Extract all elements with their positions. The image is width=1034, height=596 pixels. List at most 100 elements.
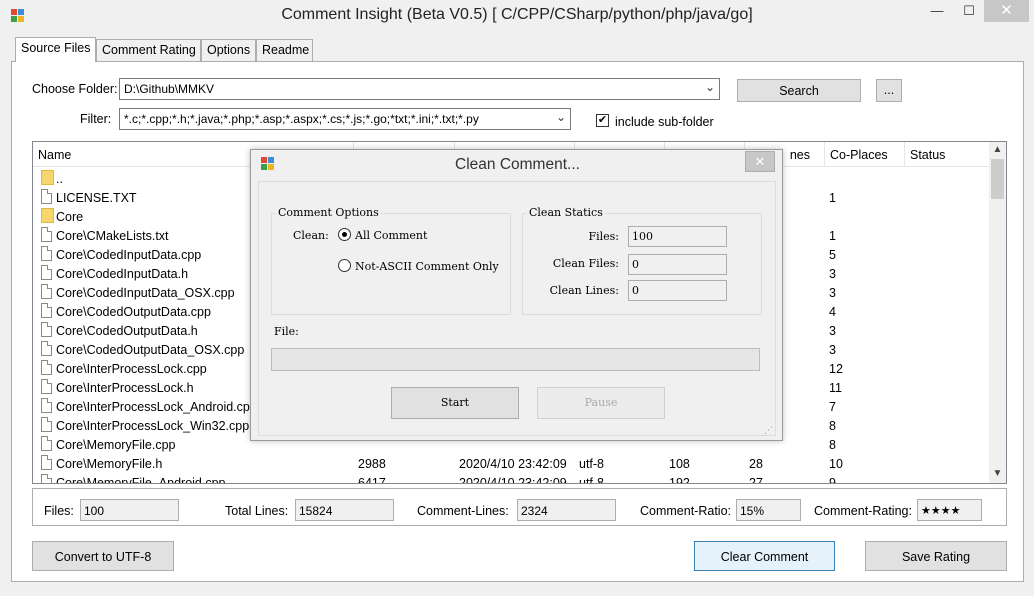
dialog-body: Comment Options Clean: All Comment Not-A… [258,181,776,436]
file-icon [41,284,52,299]
stat-total-lines-label: Total Lines: [225,504,289,518]
clean-statics-title: Clean Statics [527,206,605,219]
stat-files-value: 100 [80,499,179,521]
stat-files-label: Files: [44,504,74,518]
chevron-down-icon[interactable]: ⌄ [705,80,715,94]
close-button[interactable]: ✕ [984,0,1029,22]
dlg-clean-lines-value: 0 [628,280,727,301]
row-cell [909,302,991,321]
clean-label: Clean: [293,229,329,242]
row-cell [909,321,991,340]
browse-button[interactable]: ... [876,79,902,102]
row-cell: 28 [749,457,763,471]
row-cell [909,283,991,302]
all-comment-label: All Comment [355,229,428,242]
stat-rating-value: ★★★★ [917,499,982,521]
dlg-files-label: Files: [588,230,619,243]
not-ascii-radio[interactable] [338,259,351,272]
file-icon [41,265,52,280]
row-cell: 3 [829,324,836,338]
row-cell [909,245,991,264]
folder-icon [41,208,54,223]
minimize-button[interactable]: — [920,0,954,22]
start-button[interactable]: Start [391,387,519,419]
row-cell [909,340,991,359]
tab-options[interactable]: Options [201,39,256,61]
clear-comment-button[interactable]: Clear Comment [694,541,835,571]
row-cell [829,207,905,226]
dlg-clean-files-value: 0 [628,254,727,275]
maximize-button[interactable]: ☐ [952,0,986,22]
stat-ratio-label: Comment-Ratio: [640,504,731,518]
row-cell [909,359,991,378]
resize-grip-icon[interactable]: ⋰ [764,425,773,436]
row-cell: 27 [749,476,763,484]
row-cell: 192 [669,476,690,484]
tab-readme[interactable]: Readme [256,39,313,61]
stat-ratio-value: 15% [736,499,801,521]
row-cell [909,226,991,245]
stat-comment-lines-label: Comment-Lines: [417,504,509,518]
scroll-up-icon[interactable]: ▲ [989,144,1006,155]
file-icon [41,360,52,375]
folder-combo[interactable]: D:\Github\MMKV ⌄ [119,78,720,100]
scroll-down-icon[interactable]: ▼ [989,468,1006,479]
file-icon [41,341,52,356]
row-cell [909,378,991,397]
row-cell: utf-8 [579,476,605,484]
scroll-thumb[interactable] [991,159,1004,199]
row-name: Core\MemoryFile_Android.cpp [56,476,226,484]
file-icon [41,246,52,261]
row-cell: 3 [829,267,836,281]
row-cell: 10 [829,457,843,471]
filter-label: Filter: [80,112,112,126]
include-subfolder-checkbox[interactable]: ✔ [596,114,609,127]
row-name: Core\MemoryFile.h [56,457,163,471]
all-comment-radio[interactable] [338,228,351,241]
file-icon [41,398,52,413]
row-cell: 11 [829,381,842,395]
row-cell: 3 [829,343,836,357]
folder-icon [41,170,54,185]
row-cell: 12 [829,362,843,376]
tab-comment-rating[interactable]: Comment Rating [96,39,201,61]
file-icon [41,455,52,470]
col-co-places[interactable]: Co-Places [825,142,905,167]
row-cell: 108 [669,457,690,471]
row-cell [909,473,991,483]
vertical-scrollbar[interactable]: ▲ ▼ [989,142,1006,483]
save-rating-button[interactable]: Save Rating [865,541,1007,571]
row-cell: 2020/4/10 23:42:09 [459,476,567,484]
row-cell: 8 [829,438,836,452]
table-row[interactable]: Core\MemoryFile_Android.cpp 6417 2020/4/10… [33,473,991,484]
row-cell: 6417 [358,476,386,484]
filter-combo[interactable]: *.c;*.cpp;*.h;*.java;*.php;*.asp;*.aspx;… [119,108,571,130]
convert-utf8-button[interactable]: Convert to UTF-8 [32,541,174,571]
dlg-clean-lines-label: Clean Lines: [549,284,619,297]
file-icon [41,322,52,337]
row-cell: 9 [829,476,836,484]
file-icon [41,379,52,394]
row-cell [909,435,991,454]
window-title: Comment Insight (Beta V0.5) [ C/CPP/CSha… [281,6,753,23]
filter-value: *.c;*.cpp;*.h;*.java;*.php;*.asp;*.aspx;… [124,112,479,126]
include-subfolder-label: include sub-folder [615,115,714,129]
row-cell [909,169,991,188]
row-cell [909,264,991,283]
file-icon [41,474,52,483]
dialog-close-button[interactable]: ✕ [745,151,775,172]
table-row[interactable]: Core\MemoryFile.h 2988 2020/4/10 23:42:09 u… [33,454,991,473]
row-cell: 7 [829,400,836,414]
pause-button[interactable]: Pause [537,387,665,419]
file-label: File: [274,325,299,338]
row-cell: 5 [829,248,836,262]
search-button[interactable]: Search [737,79,861,102]
clean-comment-dialog: Clean Comment... ✕ Comment Options Clean… [250,149,783,441]
col-status[interactable]: Status [905,142,991,167]
comment-options-title: Comment Options [276,206,381,219]
title-bar: Comment Insight (Beta V0.5) [ C/CPP/CSha… [0,0,1034,32]
tab-source-files[interactable]: Source Files [15,37,96,62]
chevron-down-icon[interactable]: ⌄ [556,110,566,124]
file-icon [41,303,52,318]
row-cell [829,169,905,188]
